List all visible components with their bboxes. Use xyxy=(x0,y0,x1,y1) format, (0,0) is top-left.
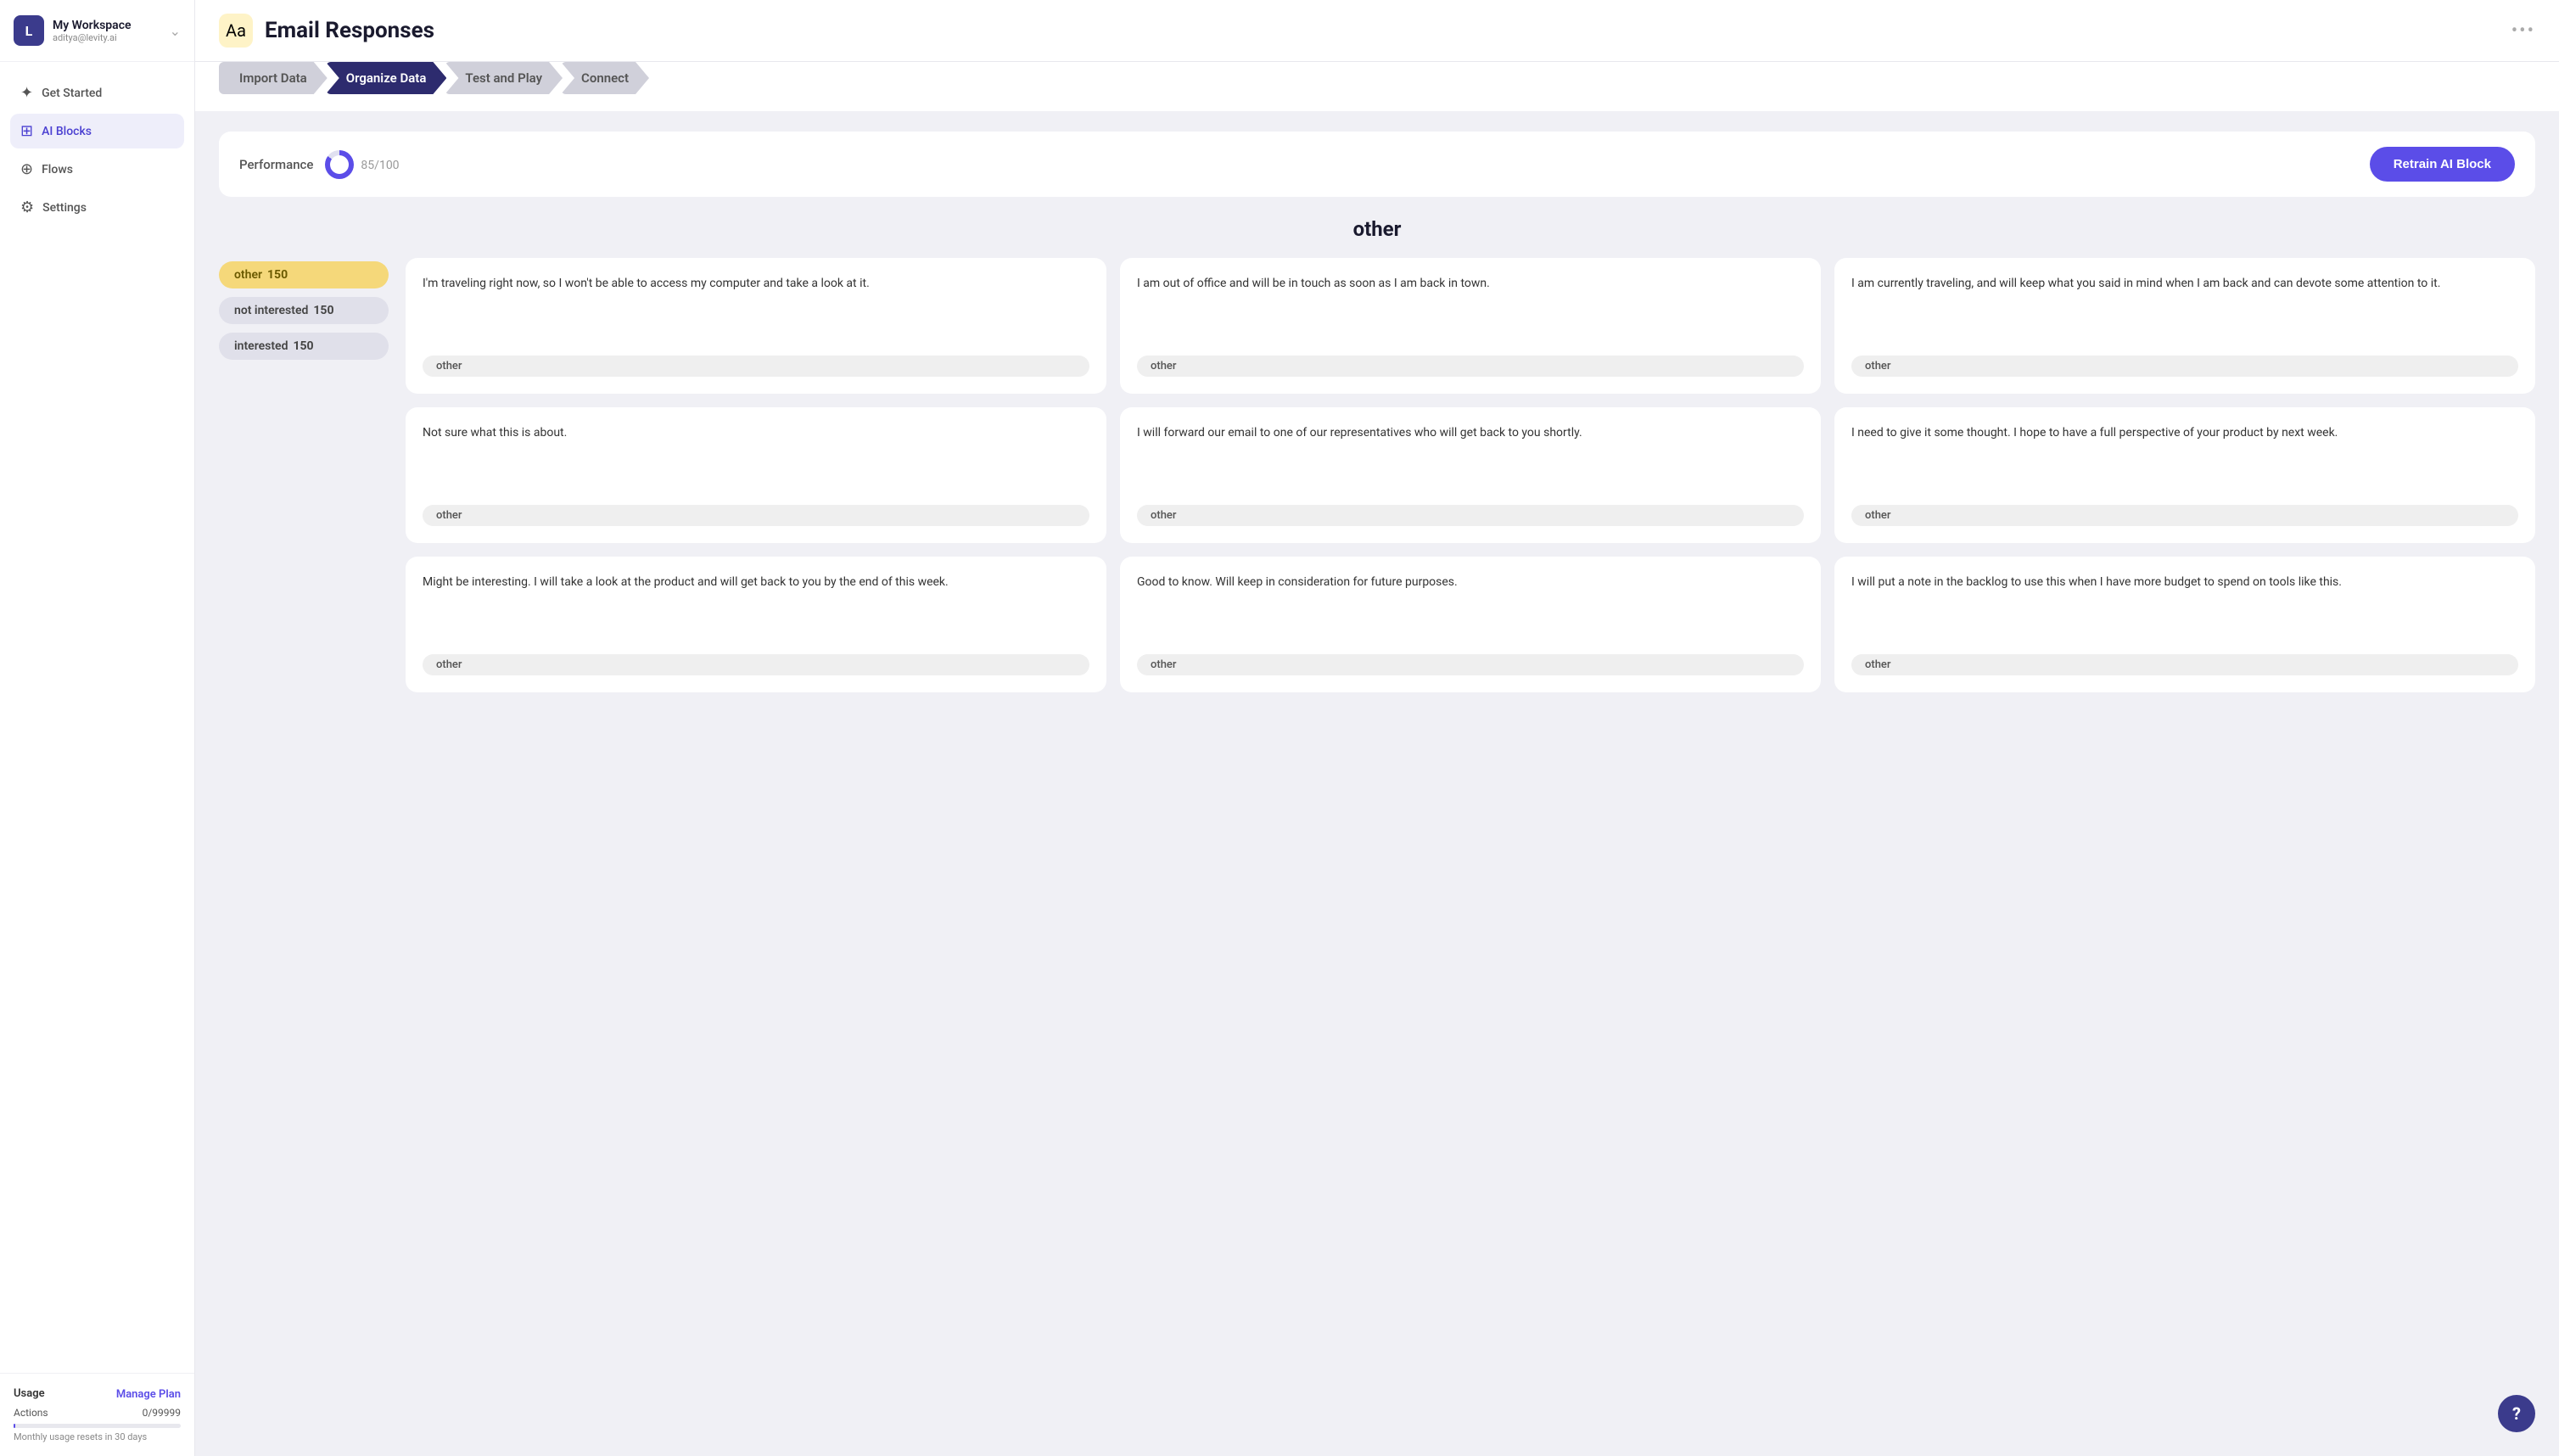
email-card: I am out of office and will be in touch … xyxy=(1120,258,1821,394)
actions-label: Actions xyxy=(14,1407,48,1419)
star-icon: ✦ xyxy=(20,84,33,102)
badge-interested[interactable]: interested 150 xyxy=(219,333,389,360)
email-card-text: I am currently traveling, and will keep … xyxy=(1851,275,2518,344)
sidebar-item-label: Settings xyxy=(42,201,87,215)
email-card-text: I'm traveling right now, so I won't be a… xyxy=(423,275,1089,344)
step-organize-data[interactable]: Organize Data xyxy=(326,62,447,94)
actions-value: 0/99999 xyxy=(143,1407,181,1419)
email-card: I will forward our email to one of our r… xyxy=(1120,407,1821,543)
performance-left: Performance 85/100 xyxy=(239,150,400,179)
performance-label: Performance xyxy=(239,157,313,172)
sidebar-item-label: Flows xyxy=(42,163,73,176)
email-card-tag[interactable]: other xyxy=(423,654,1089,675)
email-card-tag[interactable]: other xyxy=(1137,356,1804,377)
help-button[interactable]: ? xyxy=(2498,1395,2535,1432)
usage-progress-bar-bg xyxy=(14,1424,181,1428)
usage-title: Usage xyxy=(14,1387,45,1400)
content-area: Performance 85/100 Retrain AI Block othe… xyxy=(195,111,2559,1456)
steps-bar: Import Data Organize Data Test and Play … xyxy=(195,62,2559,111)
email-card-text: I will put a note in the backlog to use … xyxy=(1851,574,2518,642)
usage-footer: Usage Manage Plan Actions 0/99999 Monthl… xyxy=(0,1373,194,1456)
performance-donut: 85/100 xyxy=(325,150,399,179)
app-icon: Aa xyxy=(219,14,253,48)
gear-icon: ⚙ xyxy=(20,199,34,216)
grid-icon: ⊞ xyxy=(20,122,33,140)
sidebar-item-flows[interactable]: ⊕ Flows xyxy=(10,152,184,187)
donut-circle xyxy=(325,150,354,179)
sidebar-nav: ✦ Get Started ⊞ AI Blocks ⊕ Flows ⚙ Sett… xyxy=(0,62,194,1373)
step-import-data[interactable]: Import Data xyxy=(219,62,328,94)
step-test-and-play[interactable]: Test and Play xyxy=(445,62,563,94)
header-left: Aa Email Responses xyxy=(219,14,434,48)
email-cards-grid: I'm traveling right now, so I won't be a… xyxy=(406,258,2535,692)
email-card-tag[interactable]: other xyxy=(1851,505,2518,526)
usage-reset-text: Monthly usage resets in 30 days xyxy=(14,1431,181,1442)
performance-score: 85/100 xyxy=(361,157,399,172)
email-card-text: Good to know. Will keep in consideration… xyxy=(1137,574,1804,642)
email-card: Good to know. Will keep in consideration… xyxy=(1120,557,1821,692)
email-card-tag[interactable]: other xyxy=(1851,654,2518,675)
usage-progress-bar xyxy=(14,1424,15,1428)
email-card-tag[interactable]: other xyxy=(1137,654,1804,675)
donut-inner xyxy=(330,155,349,174)
email-card: Might be interesting. I will take a look… xyxy=(406,557,1106,692)
email-card-text: I will forward our email to one of our r… xyxy=(1137,424,1804,493)
category-badges: other 150 not interested 150 interested … xyxy=(219,258,389,692)
top-header: Aa Email Responses ••• xyxy=(195,0,2559,62)
workspace-name: My Workspace xyxy=(53,19,165,32)
more-options-button[interactable]: ••• xyxy=(2511,20,2535,42)
workspace-header[interactable]: L My Workspace aditya@levity.ai ⌄ xyxy=(0,0,194,62)
main-content: Aa Email Responses ••• Import Data Organ… xyxy=(195,0,2559,1456)
workspace-info: My Workspace aditya@levity.ai xyxy=(53,19,165,43)
step-connect[interactable]: Connect xyxy=(561,62,649,94)
workspace-email: aditya@levity.ai xyxy=(53,32,165,43)
email-card-tag[interactable]: other xyxy=(1137,505,1804,526)
category-heading: other xyxy=(219,217,2535,241)
badge-not-interested[interactable]: not interested 150 xyxy=(219,297,389,324)
email-card-tag[interactable]: other xyxy=(1851,356,2518,377)
cards-layout: other 150 not interested 150 interested … xyxy=(219,258,2535,692)
sidebar-item-settings[interactable]: ⚙ Settings xyxy=(10,190,184,225)
email-card: I need to give it some thought. I hope t… xyxy=(1834,407,2535,543)
chevron-down-icon: ⌄ xyxy=(170,23,181,39)
email-card: Not sure what this is about. other xyxy=(406,407,1106,543)
flows-icon: ⊕ xyxy=(20,160,33,178)
email-card-text: I am out of office and will be in touch … xyxy=(1137,275,1804,344)
sidebar-item-get-started[interactable]: ✦ Get Started xyxy=(10,76,184,110)
sidebar-item-label: Get Started xyxy=(42,87,102,100)
avatar: L xyxy=(14,15,44,46)
retrain-button[interactable]: Retrain AI Block xyxy=(2370,147,2515,182)
email-card-text: I need to give it some thought. I hope t… xyxy=(1851,424,2518,493)
sidebar-item-ai-blocks[interactable]: ⊞ AI Blocks xyxy=(10,114,184,148)
performance-bar: Performance 85/100 Retrain AI Block xyxy=(219,132,2535,197)
page-title: Email Responses xyxy=(265,18,434,43)
email-card-text: Not sure what this is about. xyxy=(423,424,1089,493)
badge-other[interactable]: other 150 xyxy=(219,261,389,288)
email-card: I am currently traveling, and will keep … xyxy=(1834,258,2535,394)
email-card-tag[interactable]: other xyxy=(423,505,1089,526)
email-card-tag[interactable]: other xyxy=(423,356,1089,377)
email-card-text: Might be interesting. I will take a look… xyxy=(423,574,1089,642)
sidebar: L My Workspace aditya@levity.ai ⌄ ✦ Get … xyxy=(0,0,195,1456)
manage-plan-link[interactable]: Manage Plan xyxy=(116,1388,181,1401)
email-card: I will put a note in the backlog to use … xyxy=(1834,557,2535,692)
sidebar-item-label: AI Blocks xyxy=(42,125,92,138)
email-card: I'm traveling right now, so I won't be a… xyxy=(406,258,1106,394)
